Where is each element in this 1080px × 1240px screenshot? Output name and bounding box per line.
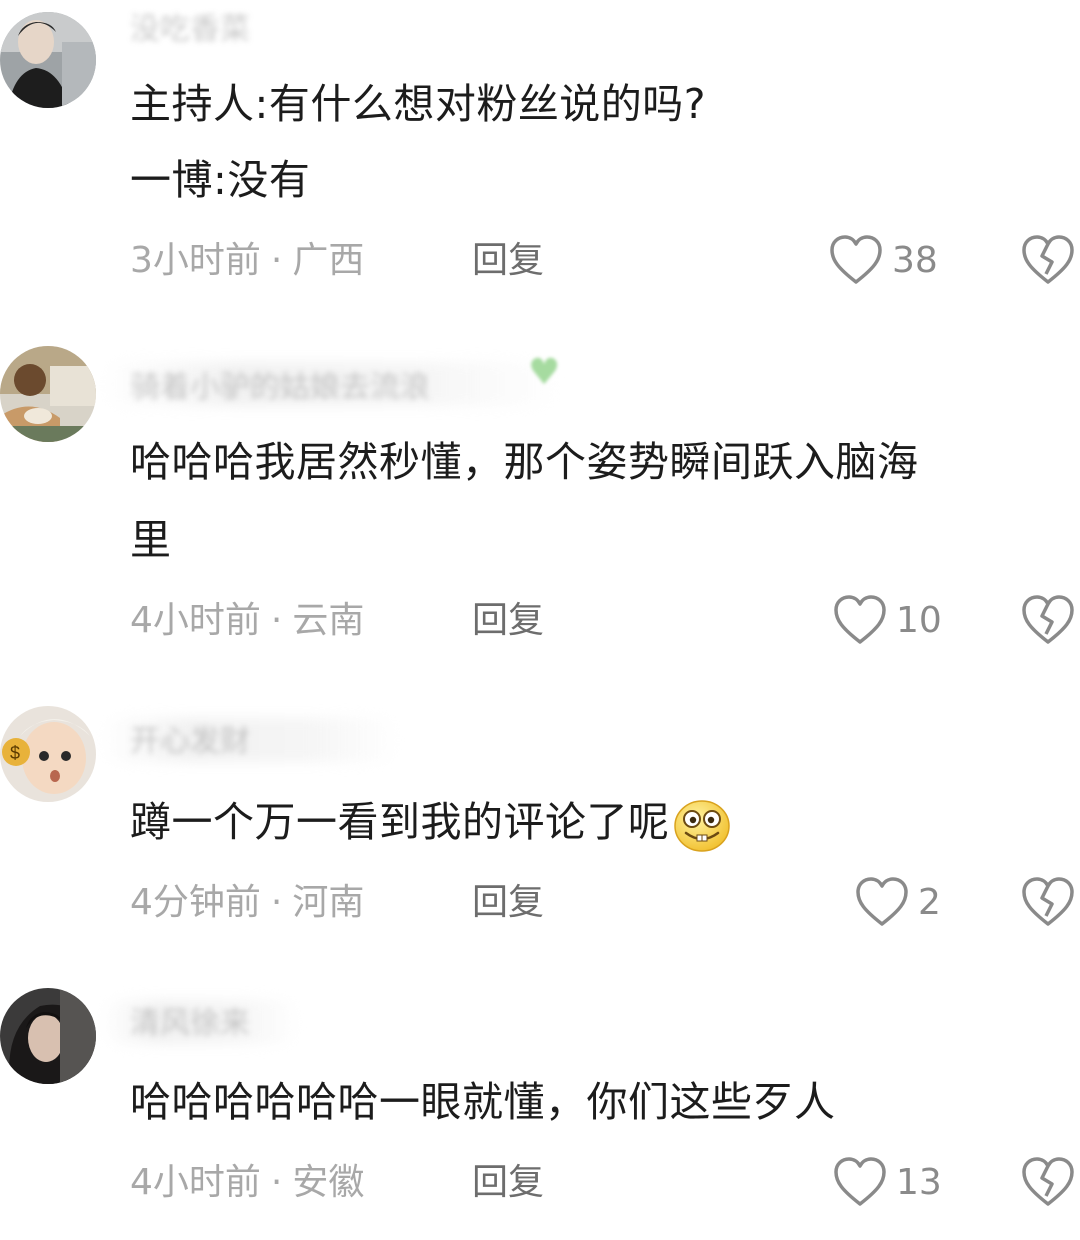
comment-text-line: 哈哈哈我居然秒懂，那个姿势瞬间跃入脑海 [130, 438, 919, 486]
avatar[interactable] [0, 988, 96, 1084]
comment-text: 蹲一个万一看到我的评论了呢 [130, 798, 670, 846]
comment-region: 广西 [292, 240, 365, 281]
comment-meta: 3小时前 · 广西 [130, 236, 364, 286]
dislike-button[interactable] [1020, 1154, 1076, 1210]
heart-outline-icon [856, 877, 908, 926]
comment-text-line: 一博:没有 [130, 156, 311, 204]
comment-meta: 4小时前 · 云南 [130, 596, 364, 646]
comment-time: 3小时前 [130, 240, 261, 281]
separator-dot: · [270, 1162, 283, 1203]
comment-time: 4小时前 [130, 600, 261, 641]
like-button[interactable]: 13 [832, 1154, 942, 1210]
broken-heart-icon [1022, 595, 1074, 644]
comment-text-line: 主持人:有什么想对粉丝说的吗? [130, 80, 707, 128]
avatar[interactable]: $ [0, 706, 96, 802]
username[interactable]: 清风徐来 [130, 998, 250, 1042]
dislike-button[interactable] [1020, 232, 1076, 288]
comment-text-line: 里 [130, 516, 172, 564]
dislike-button[interactable] [1020, 592, 1076, 648]
heart-outline-icon [834, 1157, 886, 1206]
username[interactable]: 骑着小驴的姑娘去流浪 [130, 362, 430, 406]
like-count: 10 [896, 599, 942, 641]
comment-region: 安徽 [292, 1162, 365, 1203]
heart-outline-icon [834, 595, 886, 644]
broken-heart-icon [1022, 877, 1074, 926]
like-count: 38 [892, 239, 938, 281]
separator-dot: · [270, 882, 283, 923]
reply-button[interactable]: 回复 [472, 236, 544, 286]
comment-text-line: 哈哈哈哈哈哈一眼就懂，你们这些歹人 [130, 1078, 836, 1126]
separator-dot: · [270, 600, 283, 641]
svg-text:$: $ [10, 743, 20, 763]
dislike-button[interactable] [1020, 874, 1076, 930]
comment-meta: 4分钟前 · 河南 [130, 878, 364, 928]
grinning-emoji-icon [673, 800, 730, 852]
comment-region: 云南 [292, 600, 365, 641]
heart-outline-icon [830, 235, 882, 284]
avatar[interactable] [0, 346, 96, 442]
username[interactable]: 没吃香菜 [130, 4, 250, 48]
comment-meta: 4小时前 · 安徽 [130, 1158, 364, 1208]
like-count: 2 [918, 881, 941, 923]
like-button[interactable]: 38 [828, 232, 938, 288]
username[interactable]: 开心发财 [130, 716, 250, 760]
comment-time: 4分钟前 [130, 882, 261, 923]
broken-heart-icon [1022, 1157, 1074, 1206]
separator-dot: · [270, 240, 283, 281]
comment-time: 4小时前 [130, 1162, 261, 1203]
reply-button[interactable]: 回复 [472, 1158, 544, 1208]
reply-button[interactable]: 回复 [472, 596, 544, 646]
like-count: 13 [896, 1161, 942, 1203]
like-button[interactable]: 10 [832, 592, 942, 648]
reply-button[interactable]: 回复 [472, 878, 544, 928]
broken-heart-icon [1022, 235, 1074, 284]
green-heart-icon: ♥ [528, 352, 561, 393]
avatar[interactable] [0, 12, 96, 108]
comment-text-line: 蹲一个万一看到我的评论了呢 [130, 794, 732, 855]
comment-region: 河南 [292, 882, 365, 923]
like-button[interactable]: 2 [854, 874, 941, 930]
